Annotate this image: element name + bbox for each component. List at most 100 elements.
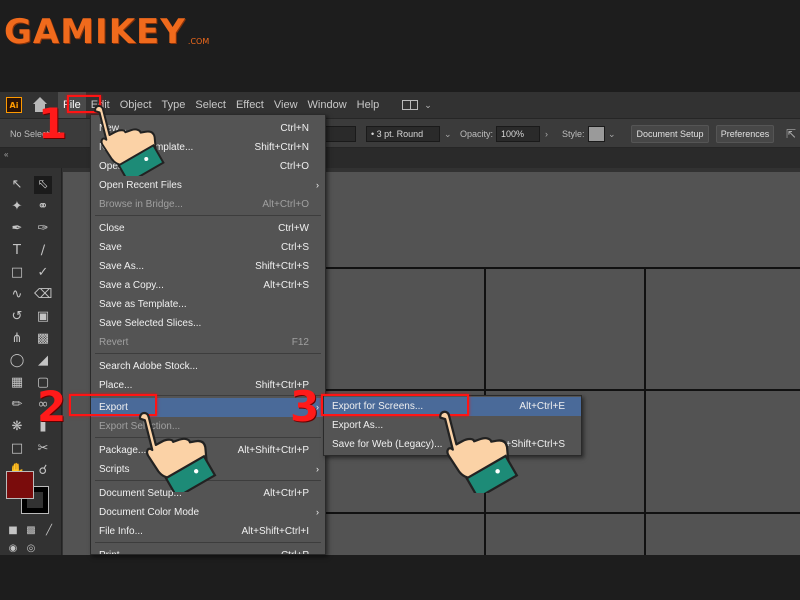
shaper-tool-icon[interactable]: ∿ — [8, 286, 26, 304]
menu-item-label: Search Adobe Stock... — [99, 361, 198, 372]
menu-item-label: Place... — [99, 380, 133, 391]
shape-builder-tool-icon[interactable]: ◯ — [8, 352, 26, 370]
menu-help[interactable]: Help — [352, 92, 385, 118]
pen-tool-icon[interactable]: ✒ — [8, 220, 26, 238]
gamikey-logo: GAMIKEY .COM — [4, 8, 209, 52]
menu-item-shortcut: Alt+Ctrl+O — [262, 199, 309, 210]
direct-selection-tool-icon[interactable]: ⬁ — [34, 176, 52, 194]
none-mode-icon[interactable]: ╱ — [40, 522, 58, 540]
perspective-grid-tool-icon[interactable]: ◢ — [34, 352, 52, 370]
opacity-label: Opacity: — [460, 129, 494, 139]
file-menu-item-print[interactable]: Print... Ctrl+P — [91, 546, 325, 554]
opacity-input[interactable]: 100% — [496, 126, 540, 142]
document-setup-button[interactable]: Document Setup — [631, 125, 709, 143]
menu-item-shortcut: Alt+Ctrl+P — [263, 488, 309, 499]
selection-tool-icon[interactable]: ↖ — [8, 176, 26, 194]
style-swatch[interactable] — [588, 126, 605, 142]
free-transform-tool-icon[interactable]: ▩ — [34, 330, 52, 348]
menu-item-shortcut: Alt+Shift+Ctrl+P — [237, 445, 309, 456]
rectangle-tool-icon[interactable]: □ — [8, 264, 26, 282]
zoom-tool-icon[interactable]: ☌ — [34, 462, 52, 480]
pointing-hand-icon — [94, 105, 165, 176]
menu-item-label: Close — [99, 223, 125, 234]
tools-panel: ↖ ⬁ ✦ ⚭ ✒ ✑ T ∕ □ ✓ ∿ ⌫ ↺ ▣ ⋔ ▩ ◯ ◢ ▦ ▢ … — [0, 168, 62, 555]
menu-item-label: Revert — [99, 337, 129, 348]
collapse-panel-icon[interactable]: « — [4, 150, 8, 159]
step-number-1: 1 — [38, 99, 68, 148]
menu-item-label: File Info... — [99, 526, 143, 537]
menu-item-shortcut: Ctrl+S — [280, 242, 309, 253]
color-mode-icon[interactable]: ■ — [4, 522, 22, 540]
submenu-arrow-icon: › — [316, 507, 319, 517]
menu-separator — [95, 215, 321, 216]
file-menu-item-save-selected-slices[interactable]: Save Selected Slices... — [91, 314, 325, 333]
draw-behind-icon[interactable]: ◎ — [22, 540, 40, 555]
eyedropper-tool-icon[interactable]: ✏ — [8, 396, 26, 414]
menu-item-shortcut: Ctrl+N — [280, 123, 309, 134]
menu-item-label: Save Selected Slices... — [99, 318, 202, 329]
curvature-tool-icon[interactable]: ✑ — [34, 220, 52, 238]
logo-domain-text: .COM — [187, 37, 210, 46]
menu-item-shortcut: Shift+Ctrl+S — [255, 261, 309, 272]
gradient-mode-icon[interactable]: ▩ — [22, 522, 40, 540]
file-menu-item-save-as-template[interactable]: Save as Template... — [91, 295, 325, 314]
menu-item-label: Browse in Bridge... — [99, 199, 183, 210]
file-menu-item-save-as[interactable]: Save As... Shift+Ctrl+S — [91, 257, 325, 276]
artboard-tool-icon[interactable]: □ — [8, 440, 26, 458]
menu-separator — [95, 542, 321, 543]
lasso-tool-icon[interactable]: ⚭ — [34, 198, 52, 216]
pointing-hand-icon — [138, 411, 217, 492]
menu-item-shortcut: F12 — [291, 337, 309, 348]
draw-normal-icon[interactable]: ◉ — [4, 540, 22, 555]
menu-item-label: Save a Copy... — [99, 280, 164, 291]
file-menu-item-document-color-mode[interactable]: Document Color Mode › — [91, 503, 325, 522]
brush-select[interactable]: • 3 pt. Round — [366, 126, 440, 142]
menu-item-shortcut: Alt+Ctrl+S — [263, 280, 309, 291]
file-menu-item-open-recent-files[interactable]: Open Recent Files › — [91, 176, 325, 195]
file-menu-item-save[interactable]: Save Ctrl+S — [91, 238, 325, 257]
symbol-sprayer-tool-icon[interactable]: ❋ — [8, 418, 26, 436]
width-tool-icon[interactable]: ⋔ — [8, 330, 26, 348]
workspace-switcher-icon[interactable] — [402, 100, 419, 110]
magic-wand-tool-icon[interactable]: ✦ — [8, 198, 26, 216]
eraser-tool-icon[interactable]: ⌫ — [34, 286, 52, 304]
menu-item-shortcut: Alt+Ctrl+E — [519, 401, 565, 412]
menu-item-shortcut: Alt+Shift+Ctrl+I — [241, 526, 309, 537]
preferences-button[interactable]: Preferences — [716, 125, 774, 143]
menu-item-label: Scripts — [99, 464, 130, 475]
mesh-tool-icon[interactable]: ▦ — [8, 374, 26, 392]
submenu-arrow-icon: › — [316, 464, 319, 474]
line-tool-icon[interactable]: ∕ — [34, 242, 52, 260]
paintbrush-tool-icon[interactable]: ✓ — [34, 264, 52, 282]
step-number-2: 2 — [37, 382, 67, 431]
brush-value: 3 pt. Round — [376, 129, 424, 139]
file-menu-item-search-adobe-stock[interactable]: Search Adobe Stock... — [91, 357, 325, 376]
menu-item-label: Export As... — [332, 420, 384, 431]
scale-tool-icon[interactable]: ▣ — [34, 308, 52, 326]
file-menu-item-browse-in-bridge: Browse in Bridge... Alt+Ctrl+O — [91, 195, 325, 214]
type-tool-icon[interactable]: T — [8, 242, 26, 260]
slice-tool-icon[interactable]: ✂ — [34, 440, 52, 458]
menu-item-label: Save for Web (Legacy)... — [332, 439, 443, 450]
file-menu-item-file-info[interactable]: File Info... Alt+Shift+Ctrl+I — [91, 522, 325, 541]
rotate-tool-icon[interactable]: ↺ — [8, 308, 26, 326]
opacity-chevron-icon[interactable]: › — [545, 119, 548, 149]
submenu-arrow-icon: › — [316, 180, 319, 190]
file-menu-item-save-a-copy[interactable]: Save a Copy... Alt+Ctrl+S — [91, 276, 325, 295]
fill-color-swatch[interactable] — [6, 471, 34, 499]
chevron-down-icon[interactable]: ⌄ — [424, 100, 432, 111]
menu-item-shortcut: Ctrl+P — [281, 546, 309, 554]
menu-item-shortcut: Ctrl+O — [279, 161, 309, 172]
style-label: Style: — [562, 129, 585, 139]
brush-dropdown-icon[interactable]: ⌄ — [444, 119, 452, 149]
menu-item-label: Save — [99, 242, 122, 253]
file-menu-item-revert: Revert F12 — [91, 333, 325, 352]
file-menu-item-close[interactable]: Close Ctrl+W — [91, 219, 325, 238]
menu-item-shortcut: Shift+Ctrl+N — [254, 142, 309, 153]
menu-item-label: Save as Template... — [99, 299, 187, 310]
pointing-hand-icon — [439, 410, 519, 493]
menu-item-label: Open Recent Files — [99, 180, 182, 191]
arrange-icon[interactable]: ⇱ — [786, 119, 796, 149]
menu-item-label: Document Color Mode — [99, 507, 200, 518]
style-dropdown-icon[interactable]: ⌄ — [608, 119, 616, 149]
